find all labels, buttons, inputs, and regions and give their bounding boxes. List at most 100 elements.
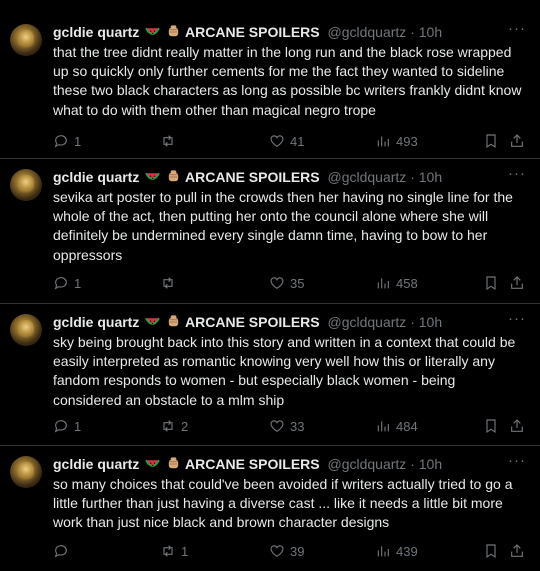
- views-button[interactable]: 458: [375, 273, 418, 293]
- reply-button[interactable]: [53, 541, 74, 561]
- retweet-button[interactable]: [160, 131, 181, 151]
- tweet[interactable]: gcldie quartz ARCANE SPOILERS @gcldquart…: [0, 446, 540, 571]
- more-options-icon[interactable]: ···: [508, 452, 526, 470]
- display-name-suffix[interactable]: ARCANE SPOILERS: [185, 456, 320, 472]
- view-count: 493: [396, 133, 418, 149]
- display-name[interactable]: gcldie quartz: [53, 314, 139, 330]
- handle-and-time[interactable]: @gcldquartz · 10h: [328, 314, 443, 330]
- more-options-icon[interactable]: ···: [508, 310, 526, 328]
- watermelon-emoji: [145, 315, 161, 329]
- views-icon: [377, 278, 389, 289]
- heart-icon: [270, 420, 284, 433]
- view-count: 484: [396, 418, 418, 434]
- tweet-header: gcldie quartz ARCANE SPOILERS @gcldquart…: [53, 452, 526, 475]
- handle-and-time[interactable]: @gcldquartz · 10h: [328, 456, 443, 472]
- bookmark-button[interactable]: [483, 416, 499, 436]
- bookmark-button[interactable]: [483, 541, 499, 561]
- tweet-text: sevika art poster to pull in the crowds …: [53, 189, 513, 263]
- view-count: 439: [396, 543, 418, 559]
- share-icon: [511, 134, 523, 147]
- bookmark-button[interactable]: [483, 273, 499, 293]
- like-button[interactable]: 35: [269, 273, 304, 293]
- tweet-actions: 1 35 458: [53, 273, 526, 293]
- tweet-text: so many choices that could've been avoid…: [53, 476, 513, 531]
- like-count: 33: [290, 418, 305, 434]
- share-icon: [511, 419, 523, 432]
- handle-and-time[interactable]: @gcldquartz · 10h: [328, 24, 443, 40]
- view-count: 458: [396, 275, 418, 291]
- tweet-header: gcldie quartz ARCANE SPOILERS @gcldquart…: [53, 20, 526, 43]
- heart-icon: [270, 545, 284, 558]
- tweet-actions: 1 2 33 484: [53, 416, 526, 436]
- reply-button[interactable]: 1: [53, 131, 81, 151]
- avatar[interactable]: [10, 314, 42, 346]
- views-icon: [377, 421, 389, 432]
- retweet-icon: [163, 135, 173, 147]
- avatar[interactable]: [10, 456, 42, 488]
- retweet-count: 2: [181, 418, 189, 434]
- retweet-icon: [163, 420, 173, 432]
- reply-icon: [54, 135, 67, 148]
- bookmark-icon: [486, 419, 496, 434]
- retweet-icon: [163, 545, 173, 557]
- tweet[interactable]: gcldie quartz ARCANE SPOILERS @gcldquart…: [0, 304, 540, 446]
- tweet-text: that the tree didnt really matter in the…: [53, 44, 522, 118]
- views-button[interactable]: 484: [375, 416, 418, 436]
- like-count: 35: [290, 275, 305, 291]
- display-name-suffix[interactable]: ARCANE SPOILERS: [185, 314, 320, 330]
- like-button[interactable]: 39: [269, 541, 304, 561]
- like-count: 39: [290, 543, 305, 559]
- retweet-icon: [163, 277, 173, 289]
- views-icon: [377, 546, 389, 557]
- raised-fist-emoji: [166, 314, 181, 328]
- avatar[interactable]: [10, 24, 42, 56]
- views-button[interactable]: 493: [375, 131, 418, 151]
- raised-fist-emoji: [166, 169, 181, 183]
- watermelon-emoji: [145, 457, 161, 471]
- tweet[interactable]: gcldie quartz ARCANE SPOILERS @gcldquart…: [0, 14, 540, 159]
- reply-button[interactable]: 1: [53, 416, 81, 436]
- reply-count: 1: [74, 275, 82, 291]
- display-name-suffix[interactable]: ARCANE SPOILERS: [185, 24, 320, 40]
- raised-fist-emoji: [166, 456, 181, 470]
- tweet-actions: 1 39 439: [53, 541, 526, 561]
- bookmark-icon: [486, 134, 496, 149]
- like-button[interactable]: 41: [269, 131, 304, 151]
- reply-icon: [54, 277, 67, 290]
- reply-count: 1: [74, 133, 82, 149]
- display-name[interactable]: gcldie quartz: [53, 456, 139, 472]
- retweet-button[interactable]: [160, 273, 181, 293]
- watermelon-emoji: [145, 170, 161, 184]
- display-name[interactable]: gcldie quartz: [53, 169, 139, 185]
- like-button[interactable]: 33: [269, 416, 304, 436]
- bookmark-button[interactable]: [483, 131, 499, 151]
- tweet[interactable]: gcldie quartz ARCANE SPOILERS @gcldquart…: [0, 159, 540, 304]
- avatar[interactable]: [10, 169, 42, 201]
- share-icon: [511, 544, 523, 557]
- watermelon-emoji: [145, 25, 161, 39]
- more-options-icon[interactable]: ···: [508, 20, 526, 38]
- reply-count: 1: [74, 418, 82, 434]
- views-icon: [377, 136, 389, 147]
- bookmark-icon: [486, 544, 496, 559]
- share-button[interactable]: [509, 273, 525, 293]
- like-count: 41: [290, 133, 305, 149]
- more-options-icon[interactable]: ···: [508, 165, 526, 183]
- previous-tweet-actions: [0, 0, 540, 14]
- reply-button[interactable]: 1: [53, 273, 81, 293]
- display-name[interactable]: gcldie quartz: [53, 24, 139, 40]
- retweet-button[interactable]: 2: [160, 416, 188, 436]
- tweet-header: gcldie quartz ARCANE SPOILERS @gcldquart…: [53, 310, 526, 333]
- share-button[interactable]: [509, 416, 525, 436]
- handle-and-time[interactable]: @gcldquartz · 10h: [328, 169, 443, 185]
- bookmark-icon: [486, 276, 496, 291]
- share-button[interactable]: [509, 541, 525, 561]
- views-button[interactable]: 439: [375, 541, 418, 561]
- raised-fist-emoji: [166, 24, 181, 38]
- retweet-button[interactable]: 1: [160, 541, 188, 561]
- share-icon: [511, 276, 523, 289]
- display-name-suffix[interactable]: ARCANE SPOILERS: [185, 169, 320, 185]
- tweet-header: gcldie quartz ARCANE SPOILERS @gcldquart…: [53, 165, 526, 188]
- heart-icon: [270, 135, 284, 148]
- share-button[interactable]: [509, 131, 525, 151]
